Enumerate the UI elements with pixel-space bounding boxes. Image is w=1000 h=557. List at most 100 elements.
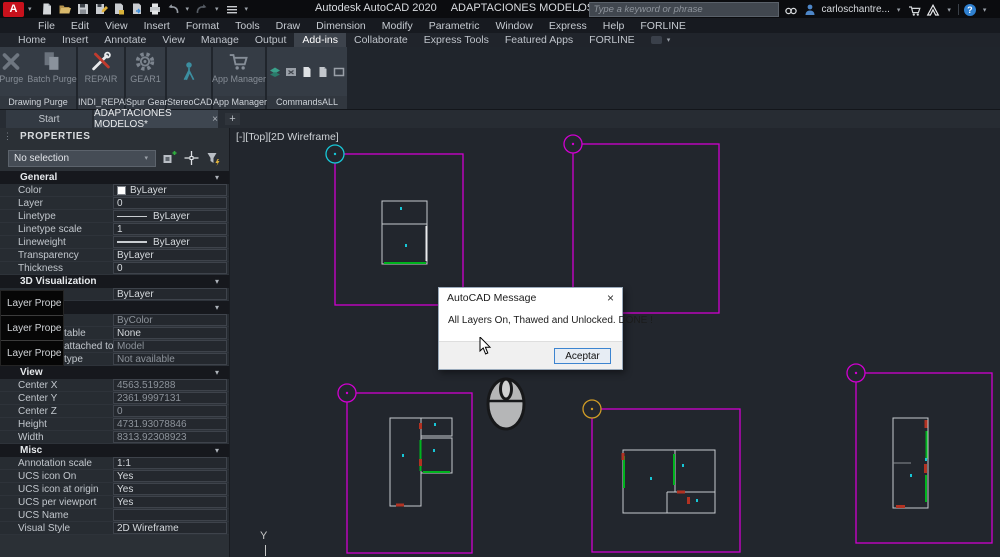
tab-insert[interactable]: Insert: [54, 33, 96, 47]
palette-header[interactable]: ⋮ PROPERTIES: [0, 128, 229, 145]
menu-tools[interactable]: Tools: [227, 20, 268, 32]
menu-dimension[interactable]: Dimension: [308, 20, 374, 32]
open-icon[interactable]: [58, 2, 72, 16]
tab-manage[interactable]: Manage: [193, 33, 247, 47]
dialog-title-bar[interactable]: AutoCAD Message ×: [439, 288, 622, 308]
qat-caret-icon[interactable]: ▾: [245, 5, 249, 13]
file-tab-start[interactable]: Start: [6, 110, 92, 128]
menu-forline[interactable]: FORLINE: [632, 20, 694, 32]
furniture-unit-4: [892, 417, 929, 509]
app-title: Autodesk AutoCAD 2020: [315, 2, 437, 14]
commandsall-page-icon[interactable]: [301, 66, 313, 78]
menu-insert[interactable]: Insert: [136, 20, 178, 32]
commandsall-window-icon[interactable]: [285, 66, 297, 78]
menu-express[interactable]: Express: [541, 20, 595, 32]
commandsall-layers-icon[interactable]: [269, 66, 281, 78]
gear1-button[interactable]: GEAR1: [129, 49, 162, 96]
panel-label[interactable]: Drawing Purge: [0, 96, 76, 109]
commandsall-doc-icon[interactable]: [317, 66, 329, 78]
property-row-linetype-scale: Linetype scale 1: [0, 223, 229, 236]
menu-view[interactable]: View: [97, 20, 136, 32]
viewport-visual-style-control[interactable]: [2D Wireframe]: [268, 131, 339, 143]
app-manager-button[interactable]: App Manager: [211, 49, 267, 96]
ribbon-display-caret-icon: ▾: [666, 37, 671, 44]
tab-express-tools[interactable]: Express Tools: [416, 33, 497, 47]
quick-select-icon[interactable]: [161, 150, 178, 166]
repair-button[interactable]: REPAIR: [84, 49, 119, 96]
menu-draw[interactable]: Draw: [268, 20, 309, 32]
viewport-view-control[interactable]: [Top]: [245, 131, 268, 143]
help-caret-icon[interactable]: ▾: [983, 6, 987, 14]
section-view[interactable]: View ▾: [0, 366, 229, 379]
purge-button[interactable]: Purge: [0, 49, 24, 96]
a360-caret-icon[interactable]: ▾: [947, 6, 951, 14]
redo-icon[interactable]: [195, 2, 209, 16]
autocad-logo-icon[interactable]: A: [3, 1, 24, 17]
menu-window[interactable]: Window: [487, 20, 540, 32]
tab-forline[interactable]: FORLINE: [581, 33, 643, 47]
qat-customize-icon[interactable]: [225, 2, 239, 16]
print-icon[interactable]: [148, 2, 162, 16]
viewport-minimize-control[interactable]: [-]: [236, 131, 245, 143]
panel-commandsall: CommandsALL: [267, 47, 349, 109]
section-misc[interactable]: Misc ▾: [0, 444, 229, 457]
file-tab-document[interactable]: ADAPTACIONES MODELOS* ×: [94, 108, 218, 130]
tab-view[interactable]: View: [154, 33, 193, 47]
stereocad-button[interactable]: [176, 59, 202, 84]
menu-format[interactable]: Format: [178, 20, 227, 32]
layer-tooltip-stack: Layer Prope Layer Prope Layer Prope: [0, 290, 64, 366]
menu-parametric[interactable]: Parametric: [421, 20, 488, 32]
search-expand-icon[interactable]: ▸: [578, 6, 582, 14]
tab-collaborate[interactable]: Collaborate: [346, 33, 416, 47]
property-row-layer: Layer 0: [0, 197, 229, 210]
signed-in-user[interactable]: carloschantre...: [822, 4, 890, 15]
dialog-footer: Aceptar: [439, 341, 622, 369]
new-file-icon[interactable]: [40, 2, 54, 16]
save-icon[interactable]: [76, 2, 90, 16]
save-as-icon[interactable]: [94, 2, 108, 16]
section-3d-visualization[interactable]: 3D Visualization ▾: [0, 275, 229, 288]
menu-modify[interactable]: Modify: [374, 20, 421, 32]
accept-button[interactable]: Aceptar: [554, 348, 611, 364]
tab-home[interactable]: Home: [10, 33, 54, 47]
file-tab-close-icon[interactable]: ×: [212, 114, 218, 125]
tab-featured-apps[interactable]: Featured Apps: [497, 33, 581, 47]
dialog-close-icon[interactable]: ×: [607, 291, 614, 305]
ribbon-display-toggle[interactable]: ▾: [650, 33, 673, 47]
menu-file[interactable]: File: [30, 20, 63, 32]
redo-caret-icon[interactable]: ▾: [215, 5, 219, 13]
collapse-caret-icon: ▾: [214, 303, 219, 312]
autodesk-a-icon[interactable]: [926, 3, 940, 17]
property-row-ucs-icon-on: UCS icon On Yes: [0, 470, 229, 483]
new-drawing-tab-button[interactable]: +: [225, 113, 240, 125]
user-caret-icon[interactable]: ▾: [897, 6, 901, 14]
search-input[interactable]: [588, 2, 779, 17]
property-row-center-z: Center Z 0: [0, 405, 229, 418]
property-row-ucs-icon-origin: UCS icon at origin Yes: [0, 483, 229, 496]
batch-purge-button[interactable]: Batch Purge: [26, 49, 78, 96]
property-row-center-x: Center X 4563.519288: [0, 379, 229, 392]
dialog-title: AutoCAD Message: [447, 292, 537, 304]
panel-label[interactable]: App Manager: [213, 96, 267, 109]
menu-help[interactable]: Help: [595, 20, 633, 32]
tab-annotate[interactable]: Annotate: [96, 33, 154, 47]
panel-label[interactable]: CommandsALL: [267, 96, 347, 109]
undo-icon[interactable]: [166, 2, 180, 16]
commandsall-frame-icon[interactable]: [333, 66, 345, 78]
toggle-pickadd-icon[interactable]: [205, 150, 222, 166]
plot-stamp-icon[interactable]: [112, 2, 126, 16]
menu-bar: File Edit View Insert Format Tools Draw …: [0, 18, 1000, 33]
undo-caret-icon[interactable]: ▾: [186, 5, 190, 13]
tab-output[interactable]: Output: [247, 33, 295, 47]
tab-add-ins[interactable]: Add-ins: [294, 33, 346, 47]
palette-grip-icon[interactable]: ⋮: [3, 131, 12, 142]
section-general[interactable]: General ▾: [0, 171, 229, 184]
logo-caret-icon[interactable]: ▾: [28, 5, 32, 13]
help-icon[interactable]: ?: [963, 3, 976, 16]
app-store-cart-icon[interactable]: [907, 3, 922, 17]
menu-edit[interactable]: Edit: [63, 20, 97, 32]
selection-dropdown[interactable]: No selection ▾: [8, 149, 156, 167]
select-objects-icon[interactable]: [183, 150, 200, 166]
binoculars-icon[interactable]: [784, 3, 798, 17]
publish-icon[interactable]: [130, 2, 144, 16]
